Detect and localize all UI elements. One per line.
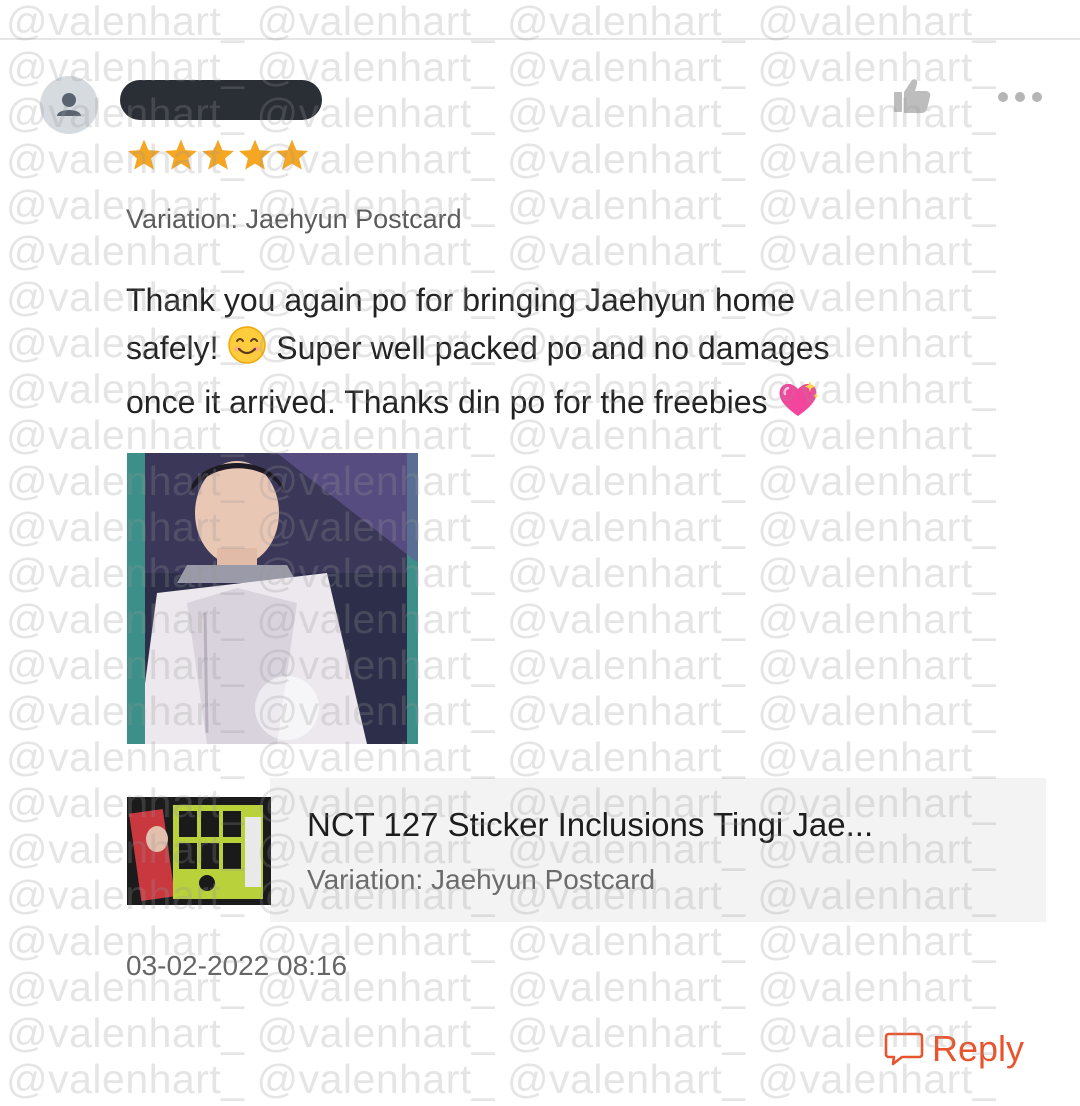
review-text-line: safely! Super well packed po and no dama… [126,324,1056,378]
username-redacted [120,80,322,120]
product-name[interactable]: NCT 127 Sticker Inclusions Tingi Jae... [307,806,873,844]
review-text-fragment: Super well packed po and no damages [276,330,830,366]
review-timestamp: 03-02-2022 08:16 [126,950,348,981]
more-options-icon[interactable] [996,90,1044,109]
watermark-row: @valenhart_ @valenhart_ @valenhart_ @val… [6,1056,997,1102]
review-photo[interactable] [127,453,418,744]
top-divider [0,38,1080,40]
star-icon [165,139,197,170]
thumbs-up-icon[interactable] [892,76,932,121]
product-variation: Variation: Jaehyun Postcard [307,864,656,895]
star-icon [202,139,234,170]
review-text-fragment: once it arrived. Thanks din po for the f… [126,384,768,420]
review-text-line: once it arrived. Thanks din po for the f… [126,378,1056,432]
star-icon [276,139,308,170]
reply-label: Reply [932,1028,1025,1069]
chat-bubble-icon [884,1032,924,1066]
product-thumbnail[interactable] [127,797,271,905]
review-text-fragment: safely! [126,330,219,366]
review-variation: Variation: Jaehyun Postcard [126,204,462,234]
sparkling-heart-emoji-icon [776,379,820,432]
user-avatar-icon[interactable] [40,76,98,134]
star-icon [128,139,160,170]
star-rating [126,138,311,172]
product-card[interactable] [270,778,1046,922]
smiling-face-emoji-icon [227,325,267,378]
star-icon [239,139,271,170]
reply-button[interactable]: Reply [884,1028,1024,1070]
review-text: Thank you again po for bringing Jaehyun … [126,276,1056,432]
watermark-row: @valenhart_ @valenhart_ @valenhart_ @val… [6,1010,997,1056]
review-text-line: Thank you again po for bringing Jaehyun … [126,282,795,318]
